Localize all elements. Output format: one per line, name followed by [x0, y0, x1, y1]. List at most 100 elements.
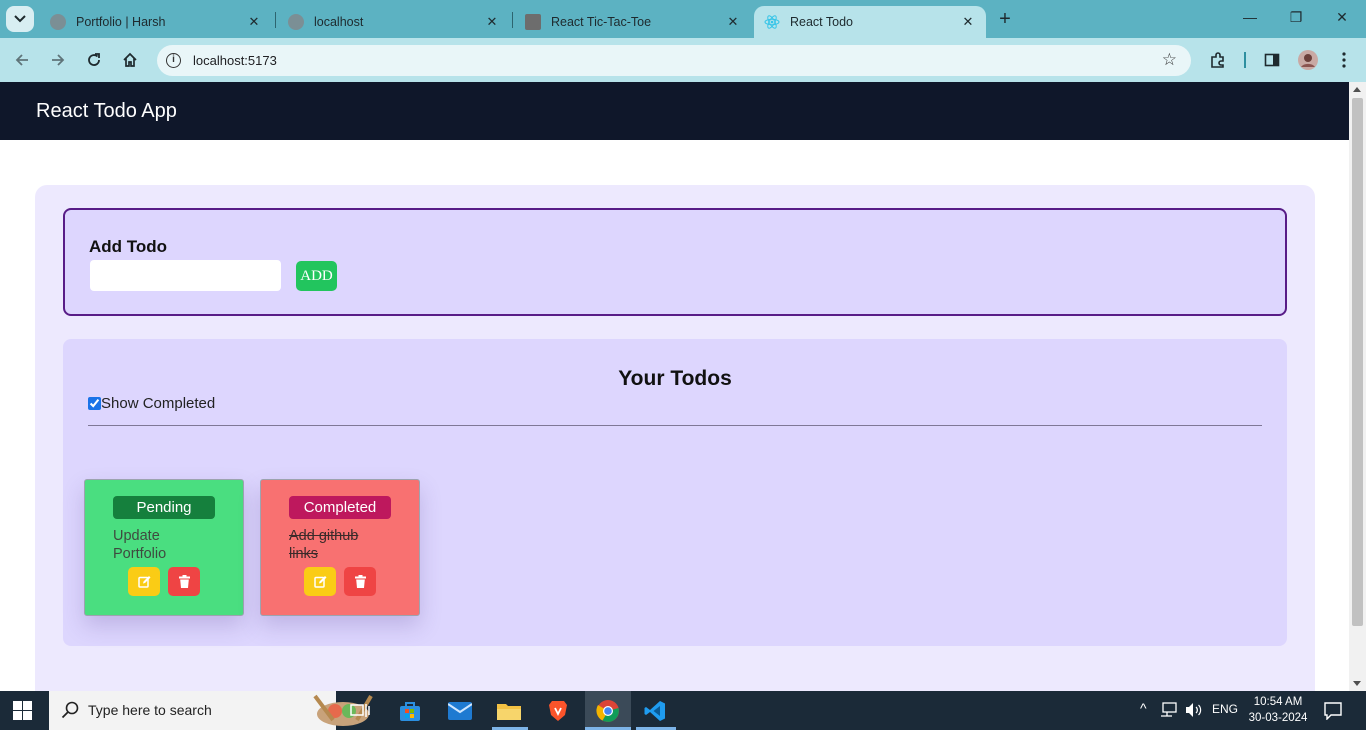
todos-section: Your Todos Show Completed Pending Update…: [63, 339, 1287, 646]
scroll-down-arrow[interactable]: [1353, 681, 1361, 686]
show-completed-label: Show Completed: [101, 395, 216, 412]
arrow-right-icon: [52, 54, 65, 66]
tab-portfolio[interactable]: Portfolio | Harsh ✕: [40, 6, 272, 38]
tab-separator: [512, 12, 513, 28]
task-view-button[interactable]: [347, 698, 373, 724]
browser-menu-button[interactable]: [1333, 49, 1355, 71]
trash-icon: [178, 575, 190, 588]
network-icon[interactable]: [1158, 699, 1180, 721]
edit-icon: [313, 576, 326, 588]
vscode-button[interactable]: [642, 698, 668, 724]
home-icon: [123, 52, 137, 67]
clock-time: 10:54 AM: [1253, 696, 1303, 708]
site-info-icon[interactable]: i: [166, 53, 181, 68]
reload-button[interactable]: [83, 49, 105, 71]
main-container: Add Todo ADD Your Todos Show Completed P…: [35, 185, 1315, 691]
notifications-button[interactable]: [1320, 698, 1346, 724]
chrome-button[interactable]: [595, 698, 621, 724]
tab-react-todo[interactable]: React Todo ✕: [754, 6, 986, 38]
globe-icon: [288, 14, 304, 30]
page-viewport: React Todo App Add Todo ADD Your Todos S…: [0, 82, 1349, 691]
show-hidden-icons-button[interactable]: ^: [1140, 700, 1147, 716]
mail-button[interactable]: [447, 698, 473, 724]
bookmark-star-icon[interactable]: ☆: [1162, 50, 1177, 70]
minimize-button[interactable]: —: [1238, 9, 1262, 29]
delete-button[interactable]: [344, 567, 376, 596]
brave-browser-button[interactable]: [545, 698, 571, 724]
page-scrollbar[interactable]: [1349, 82, 1366, 691]
more-vertical-icon: [1342, 52, 1346, 68]
close-icon[interactable]: ✕: [246, 14, 262, 30]
forward-button[interactable]: [47, 49, 69, 71]
close-icon[interactable]: ✕: [960, 14, 976, 30]
brave-lion-icon: [549, 701, 567, 721]
add-todo-heading: Add Todo: [89, 237, 168, 256]
todo-text: Update Portfolio: [113, 528, 167, 562]
window-close-button[interactable]: ✕: [1330, 9, 1354, 29]
edit-button[interactable]: [304, 567, 336, 596]
volume-icon[interactable]: [1183, 699, 1205, 721]
edit-button[interactable]: [128, 567, 160, 596]
task-view-icon: [350, 704, 370, 717]
tab-tic-tac-toe[interactable]: React Tic-Tac-Toe ✕: [515, 6, 751, 38]
browser-tab-strip: Portfolio | Harsh ✕ localhost ✕ React Ti…: [0, 0, 1366, 38]
tab-title: localhost: [314, 15, 364, 29]
arrow-left-icon: [15, 54, 28, 66]
tab-separator: [275, 12, 276, 28]
browser-toolbar: i localhost:5173 ☆: [0, 38, 1366, 82]
globe-icon: [50, 14, 66, 30]
microsoft-store-button[interactable]: [397, 698, 423, 724]
puzzle-icon: [1211, 52, 1224, 68]
delete-button[interactable]: [168, 567, 200, 596]
file-explorer-button[interactable]: [496, 698, 522, 724]
home-button[interactable]: [119, 49, 141, 71]
start-button[interactable]: [13, 701, 32, 725]
status-badge: Completed: [289, 496, 391, 519]
app-brand[interactable]: React Todo App: [36, 100, 177, 123]
chrome-icon: [596, 700, 619, 722]
edit-icon: [137, 576, 150, 588]
add-todo-section: Add Todo ADD: [63, 208, 1287, 316]
tab-localhost[interactable]: localhost ✕: [278, 6, 510, 38]
toolbar-divider: [1244, 52, 1246, 68]
language-indicator[interactable]: ENG: [1212, 702, 1238, 716]
todo-input[interactable]: [90, 260, 281, 291]
search-placeholder: Type here to search: [88, 702, 212, 718]
todos-heading: Your Todos: [618, 367, 732, 390]
search-icon: [61, 701, 79, 719]
new-tab-button[interactable]: +: [994, 9, 1016, 31]
show-completed-checkbox[interactable]: [88, 397, 101, 410]
todo-text: Add github links: [289, 528, 359, 562]
side-panel-button[interactable]: [1261, 49, 1283, 71]
restore-button[interactable]: ❐: [1284, 9, 1308, 29]
section-divider: [88, 425, 1262, 426]
avatar-icon: [1298, 50, 1318, 70]
clock-date: 30-03-2024: [1248, 712, 1308, 724]
store-icon: [400, 702, 420, 721]
todo-card: Pending Update Portfolio: [84, 479, 244, 616]
notification-icon: [1324, 702, 1342, 720]
chevron-down-icon: [14, 15, 26, 23]
profile-avatar[interactable]: [1297, 49, 1319, 71]
status-badge: Pending: [113, 496, 215, 519]
windows-taskbar: Type here to search ^ ENG 10:54 AM 30-03…: [0, 691, 1366, 730]
extensions-button[interactable]: [1207, 49, 1229, 71]
add-button[interactable]: ADD: [296, 261, 337, 291]
react-logo-icon: [764, 14, 780, 30]
scroll-up-arrow[interactable]: [1353, 87, 1361, 92]
back-button[interactable]: [11, 49, 33, 71]
folder-icon: [497, 704, 521, 720]
side-panel-icon: [1264, 53, 1280, 67]
scrollbar-thumb[interactable]: [1352, 98, 1363, 626]
close-icon[interactable]: ✕: [725, 14, 741, 30]
tab-search-button[interactable]: [6, 6, 34, 32]
address-bar[interactable]: i localhost:5173 ☆: [157, 45, 1191, 76]
system-clock[interactable]: 10:54 AM 30-03-2024: [1242, 694, 1314, 726]
show-completed-toggle[interactable]: Show Completed: [88, 395, 215, 412]
url-text: localhost:5173: [193, 53, 277, 68]
vscode-icon: [644, 701, 665, 721]
windows-logo-icon: [13, 701, 32, 720]
close-icon[interactable]: ✕: [484, 14, 500, 30]
app-navbar: React Todo App: [0, 82, 1349, 140]
taskbar-search-box[interactable]: Type here to search: [49, 691, 373, 730]
